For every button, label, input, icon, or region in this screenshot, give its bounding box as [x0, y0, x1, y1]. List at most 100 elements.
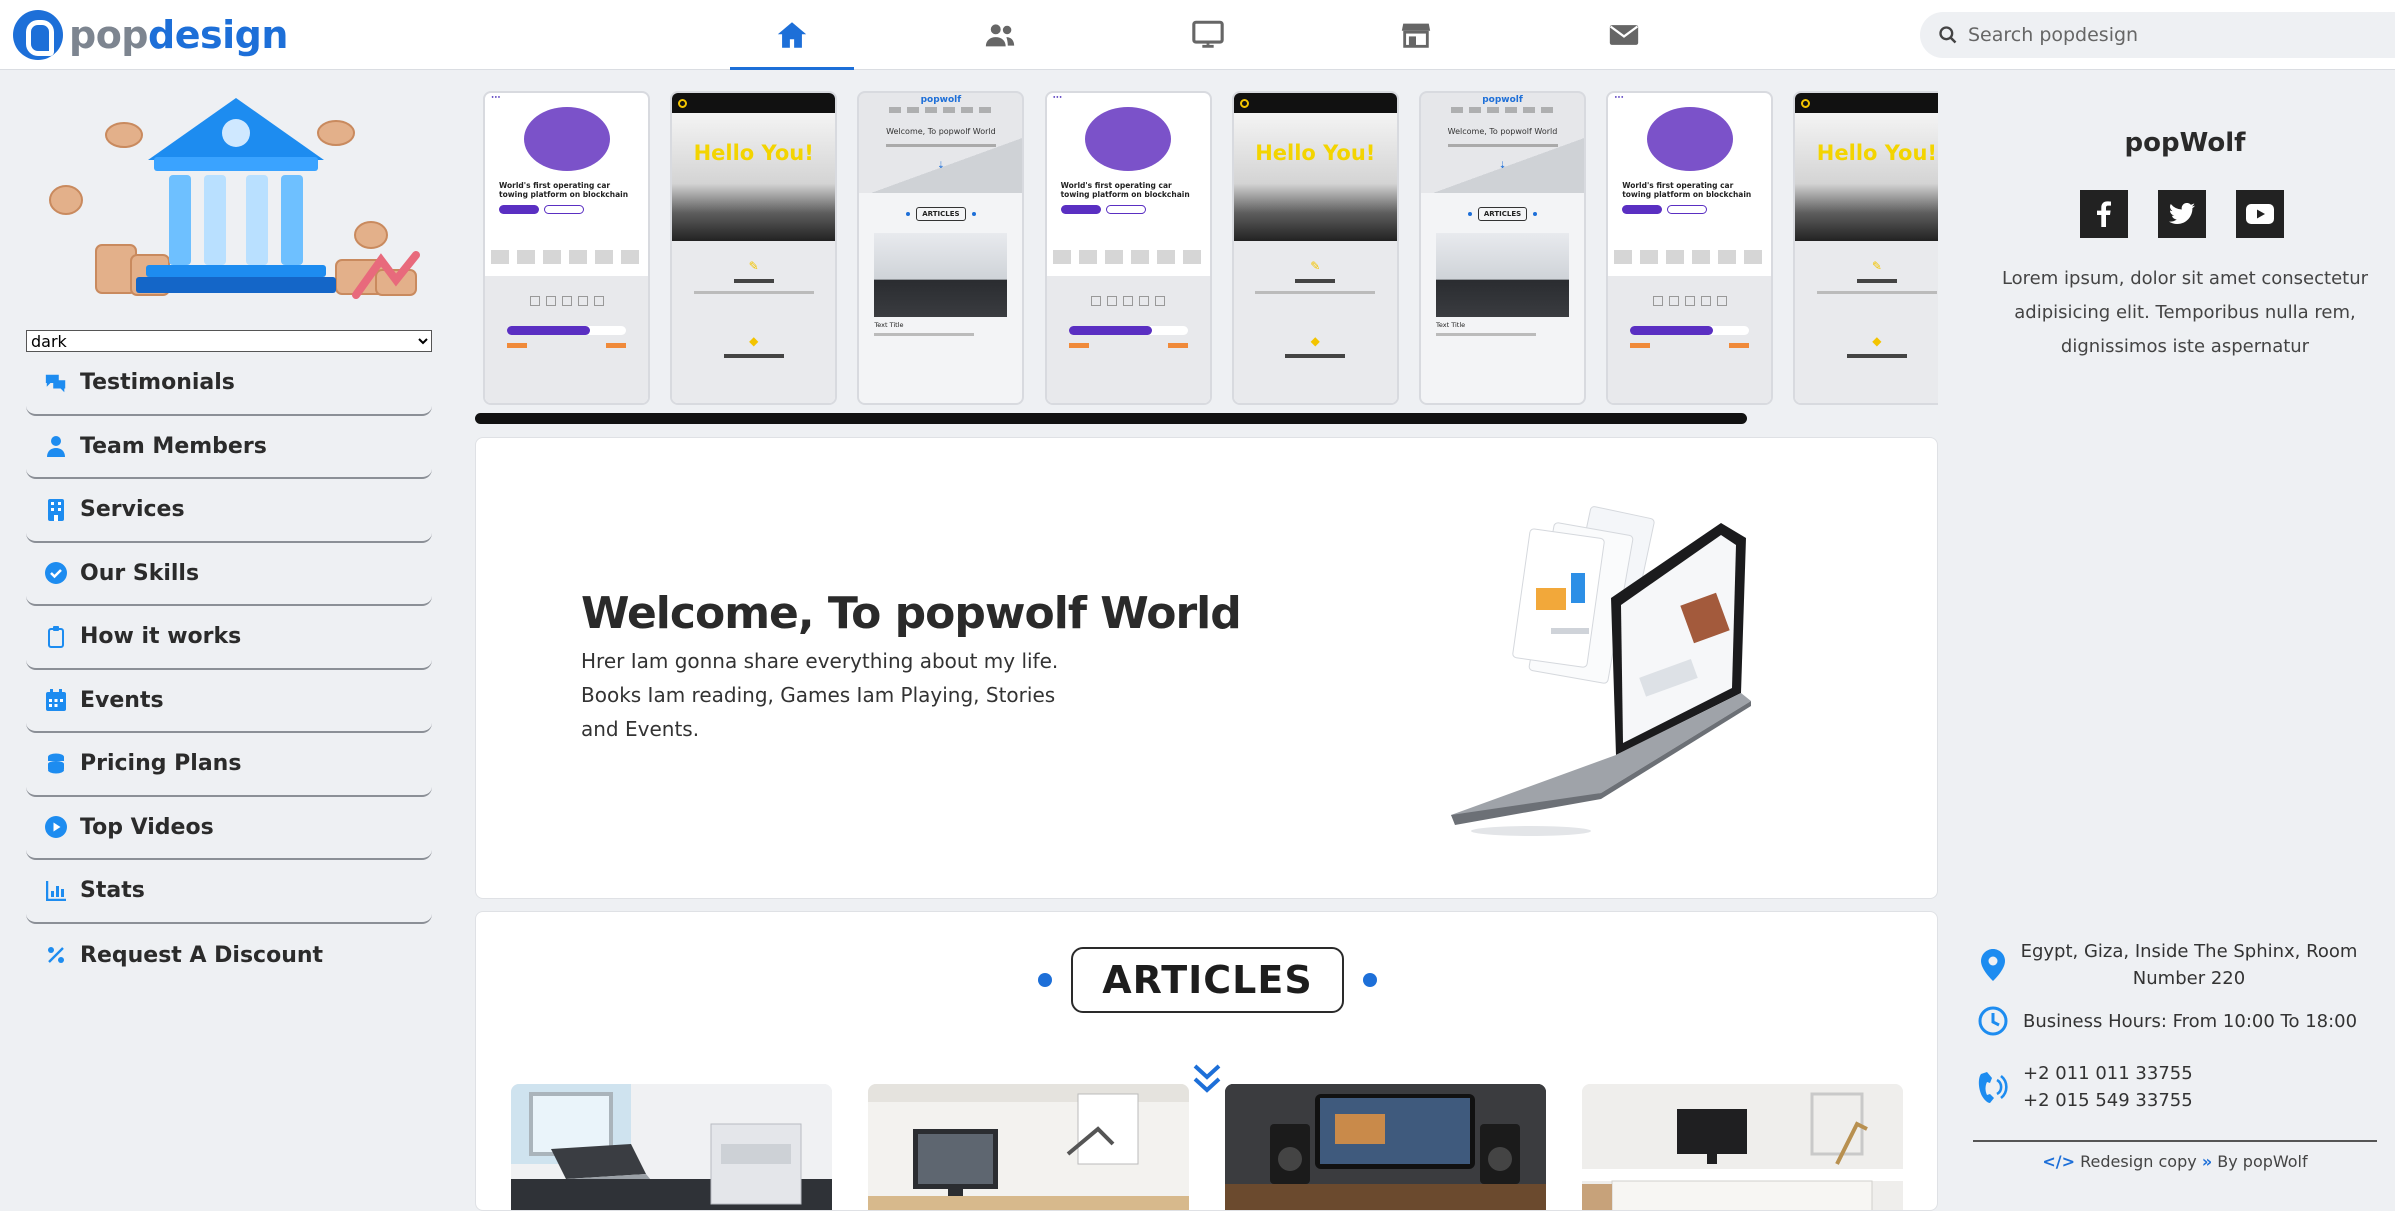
sidebar-item-label: Team Members: [80, 433, 267, 459]
sidebar-item-team-members[interactable]: Team Members: [26, 416, 432, 479]
sidebar-item-label: Services: [80, 497, 185, 523]
search-box: [1920, 12, 2395, 58]
desktop-icon: [1192, 20, 1224, 48]
building-icon: [44, 498, 68, 522]
user-icon: [44, 434, 68, 458]
users-icon: [985, 24, 1015, 47]
theme-select[interactable]: dark: [26, 330, 432, 352]
address-text: Egypt, Giza, Inside The Sphinx, Room Num…: [2020, 941, 2358, 989]
youtube-link[interactable]: [2236, 190, 2284, 238]
sidebar-item-how-it-works[interactable]: How it works: [26, 606, 432, 670]
footer-text-1: Redesign copy: [2080, 1152, 2197, 1171]
search-input[interactable]: [1968, 24, 2388, 46]
double-chevron-right-icon: »: [2201, 1152, 2213, 1171]
youtube-icon: [2246, 204, 2274, 224]
slide-logo: popwolf: [920, 95, 962, 105]
percent-icon: [44, 943, 68, 967]
phone-2[interactable]: +2 015 549 33755: [2023, 1087, 2193, 1114]
slide-articles: ARTICLES: [916, 207, 966, 221]
sidebar-item-top-videos[interactable]: Top Videos: [26, 797, 432, 860]
facebook-link[interactable]: [2080, 190, 2128, 238]
home-icon: [777, 22, 807, 48]
sidebar-item-services[interactable]: Services: [26, 479, 432, 543]
sidebar-item-label: Events: [80, 687, 164, 713]
carousel-slide[interactable]: ••• World's first operating car towing pl…: [1606, 91, 1774, 405]
footer-text-2[interactable]: By popWolf: [2217, 1152, 2307, 1171]
main-nav: [730, 0, 1770, 70]
articles-panel: ARTICLES: [475, 911, 1938, 1211]
slide-heading: Hello You!: [1255, 141, 1376, 165]
article-thumbnail[interactable]: [1582, 1084, 1903, 1210]
top-bar: popdesign: [0, 0, 2395, 70]
slide-articles: ARTICLES: [1477, 207, 1528, 221]
sidebar-item-label: Top Videos: [80, 814, 214, 840]
play-circle-icon: [44, 815, 68, 839]
sidebar-item-request-a-discount[interactable]: Request A Discount: [26, 924, 432, 988]
welcome-text: Hrer Iam gonna share everything about my…: [581, 649, 1059, 741]
profile-bio: Lorem ipsum, dolor sit amet consectetur …: [2001, 268, 2369, 357]
contact-hours: Business Hours: From 10:00 To 18:00: [1975, 1005, 2357, 1037]
phone-1[interactable]: +2 011 011 33755: [2023, 1060, 2193, 1087]
purple-blob: [1646, 107, 1733, 171]
nav-home[interactable]: [730, 0, 854, 70]
slide-heading: Welcome, To popwolf World: [886, 127, 996, 136]
carousel-slide[interactable]: Hello You! ✎ ◆: [1231, 91, 1399, 405]
purple-blob: [1085, 107, 1172, 171]
sidebar-item-testimonials[interactable]: Testimonials: [26, 352, 432, 416]
carousel-scrollbar[interactable]: [475, 413, 1747, 424]
facebook-icon: [2097, 201, 2111, 227]
coins-icon: [44, 752, 68, 776]
slide-heading: Hello You!: [1816, 141, 1937, 165]
slide-heading: World's first operating car towing platf…: [1622, 181, 1752, 199]
title-dot-left: [1038, 973, 1052, 987]
welcome-panel: Welcome, To popwolf World Hrer Iam gonna…: [475, 437, 1938, 899]
store-icon: [1401, 23, 1431, 48]
article-thumbnail[interactable]: [1225, 1084, 1546, 1210]
chevrons-down-icon[interactable]: [1191, 1062, 1223, 1096]
check-circle-icon: [44, 561, 68, 585]
article-thumbnail[interactable]: [868, 1084, 1189, 1210]
screenshot-carousel[interactable]: ••• World's first operating car towing pl…: [475, 80, 1938, 413]
nav-users[interactable]: [938, 0, 1062, 70]
mountain-banner: Hello You!: [672, 113, 836, 241]
nav-desktop[interactable]: [1146, 0, 1270, 70]
twitter-link[interactable]: [2158, 190, 2206, 238]
slide-logo: popwolf: [1482, 95, 1523, 105]
slide-heading: World's first operating car towing platf…: [499, 181, 629, 199]
envelope-icon: [1609, 25, 1639, 45]
hours-text: Business Hours: From 10:00 To 18:00: [2023, 1010, 2358, 1032]
chart-icon: [44, 879, 68, 903]
phone-volume-icon: [1975, 1070, 2011, 1104]
sidebar-item-stats[interactable]: Stats: [26, 860, 432, 924]
profile-name: popWolf: [2124, 128, 2246, 158]
clipboard-icon: [44, 625, 68, 649]
contact-address: Egypt, Giza, Inside The Sphinx, Room Num…: [1975, 938, 2359, 992]
nav-store[interactable]: [1354, 0, 1478, 70]
welcome-title: Welcome, To popwolf World: [581, 588, 1242, 639]
comments-icon: [44, 371, 68, 395]
carousel-slide[interactable]: ••• World's first operating car towing pl…: [483, 91, 650, 405]
slide-heading: Hello You!: [693, 141, 814, 165]
mountain-banner: Hello You!: [1233, 113, 1397, 241]
carousel-slide[interactable]: popwolf Welcome, To popwolf World ⇣ ARTICLE…: [1419, 91, 1586, 405]
title-dot-right: [1363, 973, 1377, 987]
sidebar-item-pricing-plans[interactable]: Pricing Plans: [26, 733, 432, 797]
sidebar-item-label: Pricing Plans: [80, 751, 242, 777]
nav-mail[interactable]: [1562, 0, 1686, 70]
calendar-icon: [44, 688, 68, 712]
carousel-slide[interactable]: Hello You! ✎ ◆: [1793, 91, 1938, 405]
social-links: [2080, 190, 2284, 238]
sidebar-item-label: Request A Discount: [80, 942, 324, 968]
sidebar-menu: Testimonials Team Members Services Our S…: [26, 352, 432, 987]
sidebar-item-label: Stats: [80, 878, 145, 904]
carousel-slide[interactable]: ••• World's first operating car towing pl…: [1044, 91, 1212, 405]
brand-name: popdesign: [69, 13, 288, 57]
slide-text-title: Text Title: [874, 321, 904, 329]
carousel-slide[interactable]: Hello You! ✎ ◆: [670, 91, 838, 405]
purple-blob: [523, 107, 610, 171]
carousel-slide[interactable]: popwolf Welcome, To popwolf World ⇣ ARTICLE…: [857, 91, 1025, 405]
sidebar-item-events[interactable]: Events: [26, 670, 432, 733]
sidebar-item-our-skills[interactable]: Our Skills: [26, 543, 432, 606]
article-thumbnail[interactable]: [511, 1084, 832, 1210]
brand-logo[interactable]: popdesign: [13, 9, 288, 61]
